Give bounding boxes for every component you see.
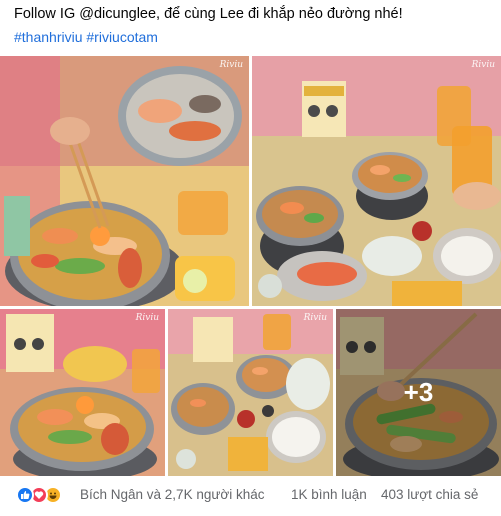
photo-watermark: Riviu [471, 60, 495, 70]
post-footer: Bích Ngân và 2,7K người khác 1K bình luậ… [0, 480, 501, 510]
like-icon [16, 486, 34, 504]
photo-watermark: Riviu [219, 60, 243, 70]
comments-count[interactable]: 1K bình luận [291, 487, 367, 502]
photo-grid: Riviu Riviu Riviu Riviu +3 [0, 56, 501, 476]
hashtag-thanhriviu[interactable]: #thanhriviu [14, 29, 83, 45]
photo-watermark: Riviu [135, 313, 159, 323]
photo-ladle-vegetables[interactable]: +3 [336, 309, 501, 476]
photo-hotpot-closeup[interactable]: Riviu [0, 56, 249, 306]
photo-watermark: Riviu [303, 313, 327, 323]
post-hashtags: #thanhriviu #riviucotam [14, 28, 158, 47]
photo-flatlay[interactable]: Riviu [168, 309, 333, 476]
more-photos-count: +3 [403, 377, 434, 407]
shares-count[interactable]: 403 lượt chia sẻ [381, 487, 478, 502]
reaction-icons[interactable] [16, 486, 76, 504]
photo-table-overview[interactable]: Riviu [252, 56, 501, 306]
hashtag-riviucotam[interactable]: #riviucotam [86, 29, 158, 45]
post-caption: Follow IG @dicunglee, để cùng Lee đi khắ… [14, 6, 403, 22]
photo-hotpot-noodles[interactable]: Riviu [0, 309, 165, 476]
more-photos-overlay[interactable]: +3 [336, 309, 501, 476]
reaction-names[interactable]: Bích Ngân và 2,7K người khác [80, 487, 265, 502]
